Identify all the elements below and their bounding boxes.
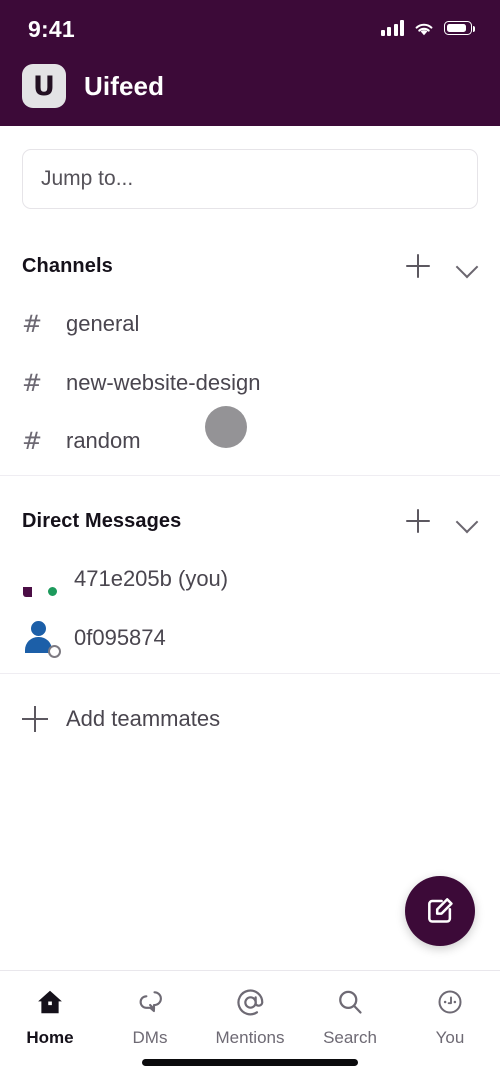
signal-bars-icon xyxy=(380,20,404,36)
section-divider xyxy=(0,673,500,674)
status-bar: 9:41 xyxy=(0,0,500,56)
at-sign-icon xyxy=(235,985,266,1019)
workspace-brand[interactable]: U Uifeed xyxy=(22,64,164,108)
search-placeholder: Jump to... xyxy=(41,167,134,190)
tab-label: Search xyxy=(323,1028,377,1047)
status-bar-icons xyxy=(380,20,476,37)
home-indicator xyxy=(142,1059,358,1066)
touch-indicator xyxy=(205,406,247,448)
profile-face-icon xyxy=(435,985,465,1019)
tab-label: You xyxy=(435,1028,465,1047)
channel-label: random xyxy=(66,428,141,453)
compose-pencil-icon xyxy=(428,898,453,923)
plus-icon[interactable] xyxy=(406,509,430,533)
status-bar-time: 9:41 xyxy=(28,15,75,42)
hash-icon: # xyxy=(22,369,43,397)
compose-fab-button[interactable] xyxy=(405,876,475,946)
dm-label: 0f095874 xyxy=(74,625,166,650)
avatar-tail xyxy=(23,587,32,597)
channel-item-random[interactable]: # random xyxy=(0,412,500,470)
tab-label: DMs xyxy=(132,1028,168,1047)
direct-messages-actions xyxy=(406,509,478,533)
channel-item-general[interactable]: # general xyxy=(0,295,500,353)
dm-item-0f095874[interactable]: 0f095874 xyxy=(0,609,500,667)
wifi-icon xyxy=(415,23,433,35)
avatar xyxy=(22,619,61,658)
section-divider xyxy=(0,475,500,476)
home-icon xyxy=(35,985,65,1019)
presence-online-badge xyxy=(46,585,59,598)
chevron-down-icon[interactable] xyxy=(456,255,478,277)
chat-bubbles-icon xyxy=(135,985,165,1019)
avatar xyxy=(22,560,60,598)
hash-icon: # xyxy=(22,310,43,338)
channel-label: new-website-design xyxy=(66,370,261,395)
plus-icon[interactable] xyxy=(406,254,430,278)
chevron-down-icon[interactable] xyxy=(456,510,478,532)
tab-mentions[interactable]: Mentions xyxy=(200,985,300,1048)
dm-label: 471e205b (you) xyxy=(74,566,229,591)
add-teammates-button[interactable]: Add teammates xyxy=(0,690,500,748)
tab-label: Mentions xyxy=(215,1028,285,1047)
add-teammates-label: Add teammates xyxy=(66,706,221,731)
tab-you[interactable]: You xyxy=(400,985,500,1048)
direct-messages-section-header[interactable]: Direct Messages xyxy=(0,499,500,543)
tab-label: Home xyxy=(26,1028,74,1047)
workspace-title: Uifeed xyxy=(84,70,165,101)
workspace-logo: U xyxy=(22,64,66,108)
dm-item-self[interactable]: 471e205b (you) xyxy=(0,550,500,608)
search-icon xyxy=(335,985,365,1019)
app-root: 9:41 U Uifeed Jump to... Channels # gene… xyxy=(0,0,500,1080)
plus-icon xyxy=(22,706,48,732)
tab-dms[interactable]: DMs xyxy=(100,985,200,1048)
search-input[interactable]: Jump to... xyxy=(22,149,478,209)
battery-icon xyxy=(444,21,476,35)
channel-item-new-website-design[interactable]: # new-website-design xyxy=(0,354,500,412)
channel-label: general xyxy=(66,311,140,336)
tab-search[interactable]: Search xyxy=(300,985,400,1048)
channels-title: Channels xyxy=(22,254,113,277)
workspace-header: 9:41 U Uifeed xyxy=(0,0,500,126)
presence-offline-badge xyxy=(48,645,61,658)
channels-actions xyxy=(406,254,478,278)
tab-home[interactable]: Home xyxy=(0,985,100,1048)
hash-icon: # xyxy=(22,427,43,455)
direct-messages-title: Direct Messages xyxy=(22,509,182,532)
channels-section-header[interactable]: Channels xyxy=(0,244,500,288)
